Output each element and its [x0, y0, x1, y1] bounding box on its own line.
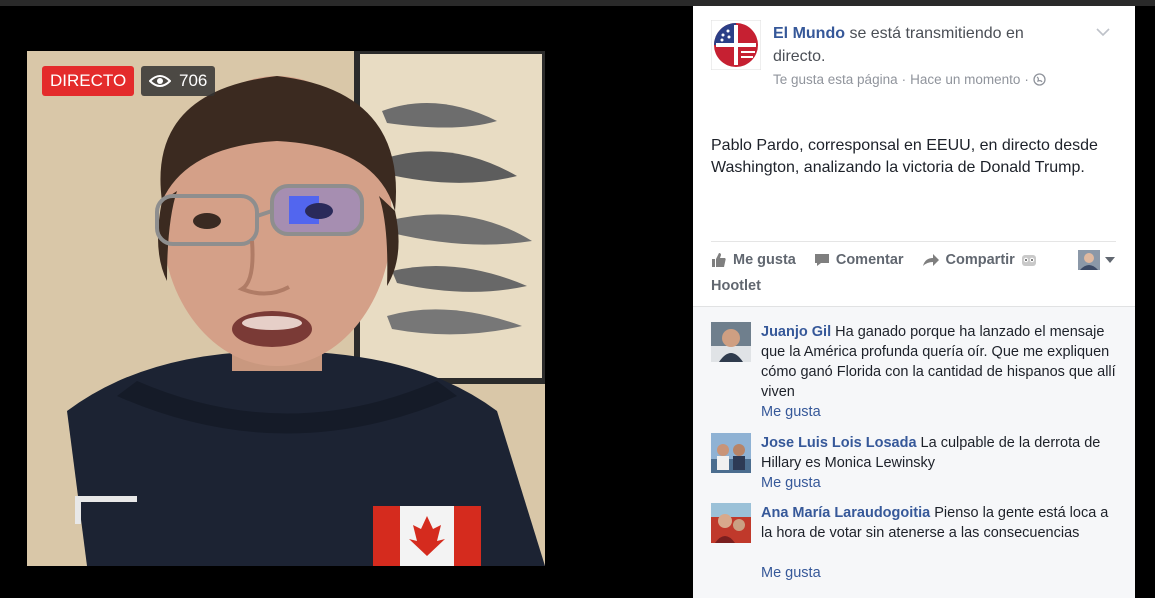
page-like-status[interactable]: Te gusta esta página [773, 72, 898, 87]
comment-body: Juanjo Gil Ha ganado porque ha lanzado e… [761, 322, 1116, 402]
hootlet-button[interactable]: Hootlet [711, 278, 761, 294]
comment-icon [814, 254, 829, 266]
owl-icon [1021, 255, 1036, 266]
live-video-player[interactable] [27, 51, 545, 566]
user-avatar-small [1078, 250, 1100, 270]
comment-like-link[interactable]: Me gusta [761, 404, 821, 420]
commenter-avatar[interactable] [711, 503, 751, 543]
comments-section: Juanjo Gil Ha ganado porque ha lanzado e… [693, 306, 1135, 598]
post-timestamp[interactable]: Hace un momento [910, 72, 1020, 87]
meta-separator: · [901, 72, 907, 87]
share-button[interactable]: Compartir [922, 252, 1037, 268]
comment-body: Jose Luis Lois Losada La culpable de la … [761, 433, 1116, 473]
comment-item: Jose Luis Lois Losada La culpable de la … [711, 433, 1116, 495]
comment-like-link[interactable]: Me gusta [761, 475, 821, 491]
comment-button[interactable]: Comentar [814, 252, 904, 268]
viewer-count-badge: 706 [141, 66, 216, 96]
post-meta: Te gusta esta página · Hace un momento · [773, 72, 1046, 87]
video-frame [27, 51, 545, 566]
comment-body: Ana María Laraudogoitia Pienso la gente … [761, 503, 1116, 543]
eye-icon [149, 75, 171, 87]
post-header: El Mundo se está transmitiendo en direct… [773, 22, 1073, 68]
post-actions-bar: Me gusta Comentar Compartir [711, 241, 1116, 278]
comment-item: Juanjo Gil Ha ganado porque ha lanzado e… [711, 322, 1116, 432]
post-text: Pablo Pardo, corresponsal en EEUU, en di… [711, 137, 1098, 176]
live-badge: DIRECTO [42, 66, 135, 96]
caret-down-icon [1105, 257, 1115, 263]
page-name-link[interactable]: El Mundo [773, 25, 845, 42]
chevron-down-icon[interactable] [1095, 26, 1111, 38]
globe-icon [1033, 73, 1046, 86]
like-label: Me gusta [733, 252, 796, 268]
commenter-avatar[interactable] [711, 322, 751, 362]
comment-label: Comentar [835, 252, 904, 268]
thumbs-up-icon [712, 253, 726, 267]
share-label: Compartir [945, 252, 1015, 268]
like-button[interactable]: Me gusta [711, 252, 796, 268]
post-panel: El Mundo se está transmitiendo en direct… [693, 6, 1135, 598]
comment-item: Ana María Laraudogoitia Pienso la gente … [711, 503, 1116, 593]
commenter-name[interactable]: Jose Luis Lois Losada [761, 435, 917, 451]
view-count: 706 [179, 71, 208, 90]
commenter-name[interactable]: Ana María Laraudogoitia [761, 505, 930, 521]
share-icon [922, 254, 939, 266]
post-as-selector[interactable] [1078, 250, 1116, 270]
commenter-avatar[interactable] [711, 433, 751, 473]
meta-separator-2: · [1024, 72, 1029, 87]
page-avatar[interactable] [711, 20, 761, 70]
comment-like-link[interactable]: Me gusta [761, 565, 821, 581]
commenter-name[interactable]: Juanjo Gil [761, 324, 831, 340]
